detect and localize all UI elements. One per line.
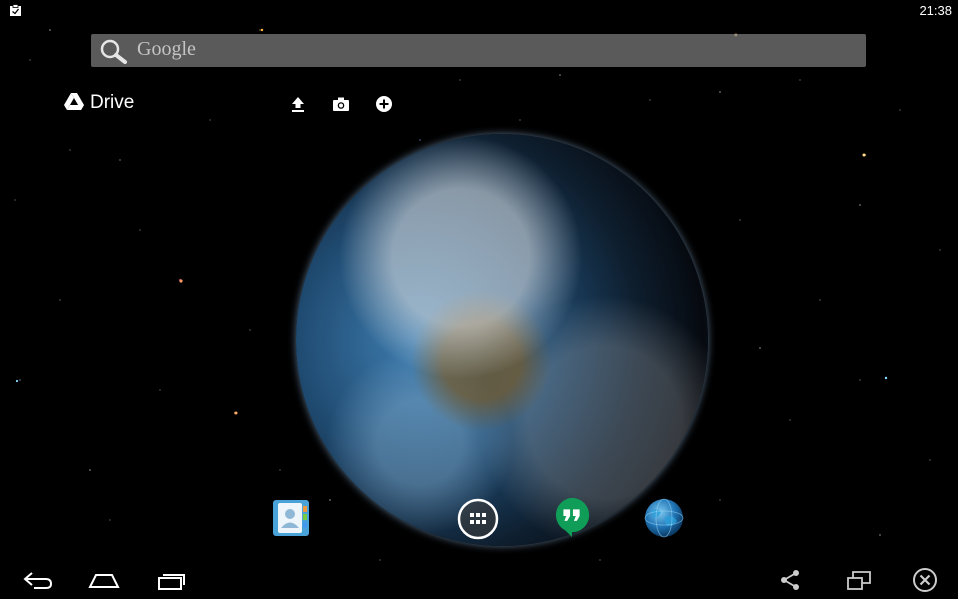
status-bar: 21:38 [0, 0, 958, 24]
all-apps-icon[interactable] [457, 498, 499, 540]
drive-logo-icon[interactable] [64, 93, 84, 111]
earth-globe [296, 134, 708, 546]
search-label: Google [137, 38, 196, 60]
drive-widget: Drive [64, 90, 404, 118]
home-icon[interactable] [87, 569, 121, 591]
back-icon[interactable] [22, 569, 54, 591]
browser-globe-icon[interactable] [643, 497, 685, 539]
hangouts-icon[interactable] [551, 496, 593, 538]
resize-window-icon[interactable] [845, 569, 873, 591]
camera-icon[interactable] [329, 92, 353, 116]
drive-label[interactable]: Drive [90, 92, 134, 114]
close-icon[interactable] [912, 567, 938, 593]
add-icon[interactable] [372, 92, 396, 116]
contacts-icon[interactable] [270, 497, 312, 539]
search-icon [100, 39, 127, 64]
upload-icon[interactable] [286, 92, 310, 116]
share-icon[interactable] [778, 569, 802, 591]
clipboard-notification-icon [10, 4, 21, 16]
clock-time: 21:38 [919, 3, 952, 18]
recent-apps-icon[interactable] [156, 569, 188, 591]
google-search-bar[interactable]: Google [91, 34, 866, 67]
